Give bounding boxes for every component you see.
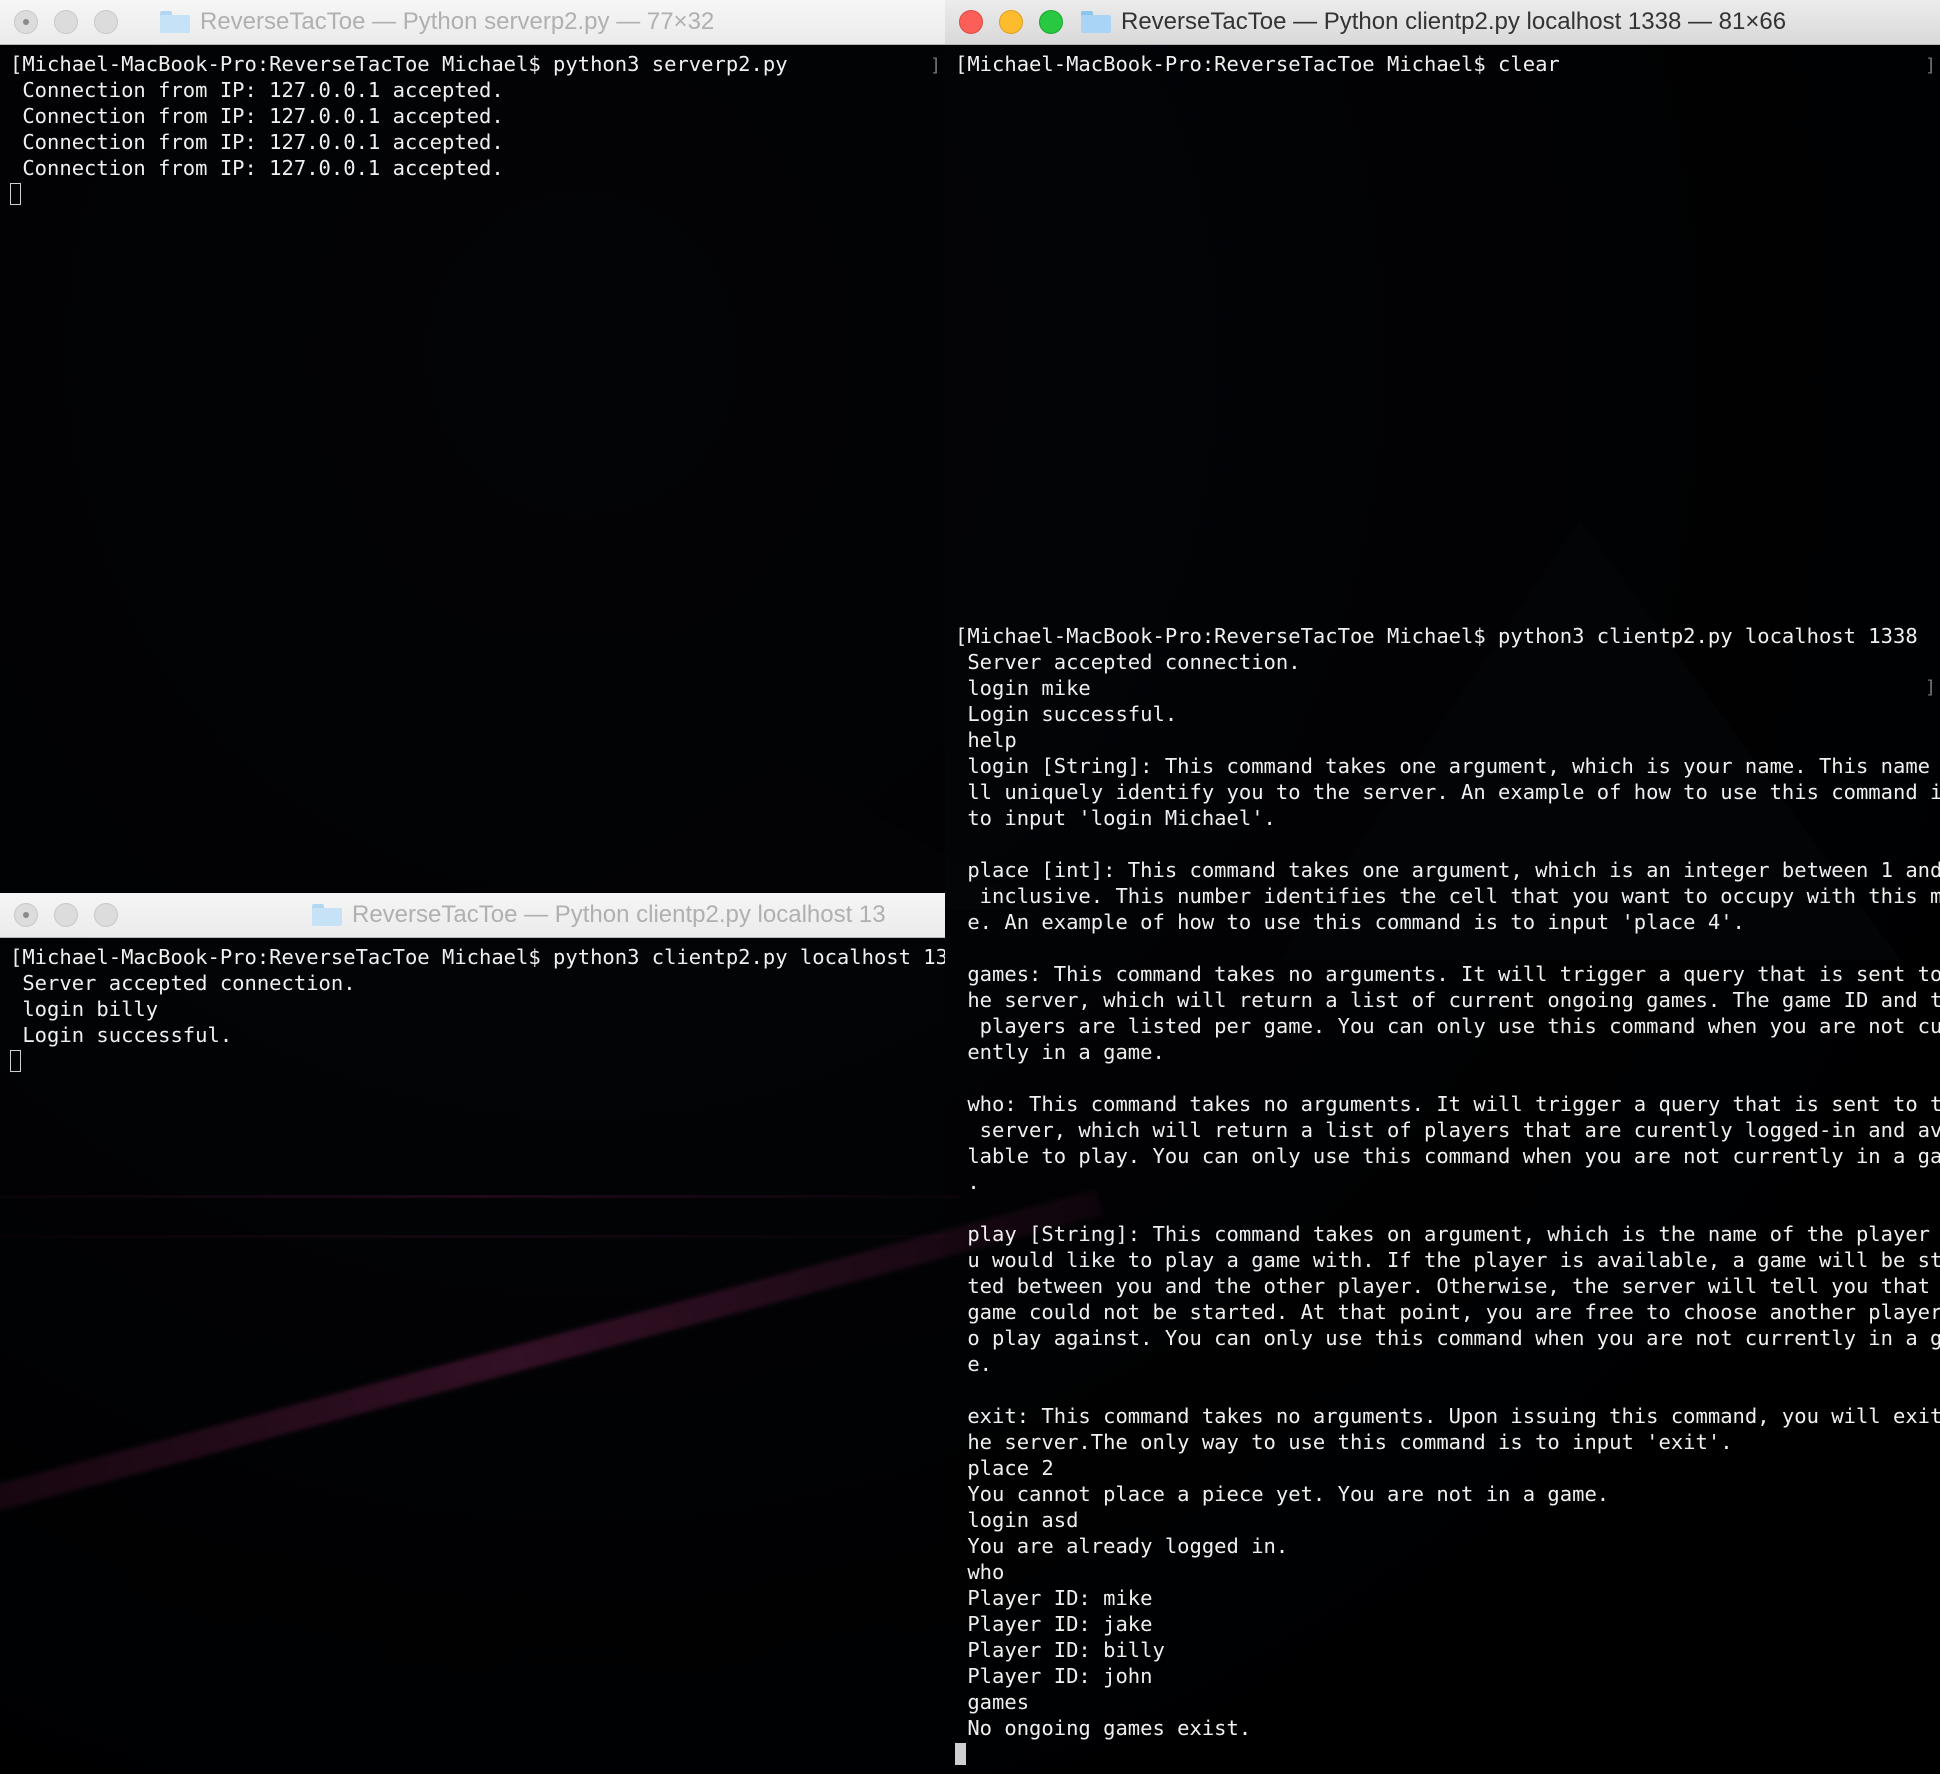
window-controls <box>14 903 118 927</box>
terminal-line: [Michael-MacBook-Pro:ReverseTacToe Micha… <box>955 52 1560 76</box>
window-title: ReverseTacToe — Python clientp2.py local… <box>1121 8 1787 35</box>
scroll-marker: ] <box>930 55 941 76</box>
scroll-marker: ] <box>1925 677 1936 698</box>
server-terminal-window[interactable]: ReverseTacToe — Python serverp2.py — 77×… <box>0 0 945 893</box>
terminal-line: he server, which will return a list of c… <box>955 988 1940 1012</box>
terminal-line: exit: This command takes no arguments. U… <box>955 1404 1940 1428</box>
terminal-line: place 2 <box>955 1456 1054 1480</box>
zoom-button[interactable] <box>94 903 118 927</box>
terminal-line: e. An example of how to use this command… <box>955 910 1745 934</box>
terminal-line: e. <box>955 1352 993 1376</box>
cleared-space <box>955 77 1930 623</box>
terminal-line: ll uniquely identify you to the server. … <box>955 780 1940 804</box>
terminal-line: games <box>955 1690 1030 1714</box>
text-cursor <box>10 183 21 205</box>
terminal-line: You are already logged in. <box>955 1534 1289 1558</box>
terminal-line: who <box>955 1560 1005 1584</box>
window-title: ReverseTacToe — Python serverp2.py — 77×… <box>200 8 715 35</box>
terminal-line: [Michael-MacBook-Pro:ReverseTacToe Micha… <box>955 624 1918 648</box>
terminal-line: ted between you and the other player. Ot… <box>955 1274 1940 1298</box>
terminal-line: to input 'login Michael'. <box>955 806 1276 830</box>
client-mike-terminal-window[interactable]: ReverseTacToe — Python clientp2.py local… <box>945 0 1940 1774</box>
terminal-line: . <box>955 1170 980 1194</box>
terminal-line: Player ID: jake <box>955 1612 1153 1636</box>
terminal-line: Login successful. <box>955 702 1178 726</box>
terminal-line: [Michael-MacBook-Pro:ReverseTacToe Micha… <box>10 52 788 76</box>
terminal-line: login asd <box>955 1508 1079 1532</box>
close-button[interactable] <box>14 903 38 927</box>
terminal-line: Login successful. <box>10 1023 233 1047</box>
window-title: ReverseTacToe — Python clientp2.py local… <box>352 901 886 928</box>
terminal-line: game could not be started. At that point… <box>955 1300 1940 1324</box>
text-cursor <box>10 1050 21 1072</box>
terminal-line: Player ID: john <box>955 1664 1153 1688</box>
terminal-line: Connection from IP: 127.0.0.1 accepted. <box>10 78 504 102</box>
terminal-line: lable to play. You can only use this com… <box>955 1144 1940 1168</box>
zoom-button[interactable] <box>1039 10 1063 34</box>
terminal-line: No ongoing games exist. <box>955 1716 1252 1740</box>
titlebar[interactable]: ReverseTacToe — Python serverp2.py — 77×… <box>0 0 945 45</box>
terminal-output[interactable]: [Michael-MacBook-Pro:ReverseTacToe Micha… <box>0 45 945 893</box>
minimize-button[interactable] <box>54 903 78 927</box>
titlebar[interactable]: ReverseTacToe — Python clientp2.py local… <box>0 893 945 938</box>
terminal-line: login billy <box>10 997 159 1021</box>
terminal-line: login mike <box>955 676 1091 700</box>
terminal-line: You cannot place a piece yet. You are no… <box>955 1482 1610 1506</box>
terminal-line: help <box>955 728 1017 752</box>
terminal-line: he server.The only way to use this comma… <box>955 1430 1733 1454</box>
folder-icon <box>160 11 190 33</box>
terminal-line: u would like to play a game with. If the… <box>955 1248 1940 1272</box>
terminal-line: Server accepted connection. <box>955 650 1301 674</box>
scroll-marker: ] <box>1925 55 1936 76</box>
terminal-line: Connection from IP: 127.0.0.1 accepted. <box>10 104 504 128</box>
window-controls <box>14 10 118 34</box>
terminal-line: Server accepted connection. <box>10 971 356 995</box>
minimize-button[interactable] <box>54 10 78 34</box>
terminal-line: Connection from IP: 127.0.0.1 accepted. <box>10 156 504 180</box>
terminal-line: [Michael-MacBook-Pro:ReverseTacToe Micha… <box>10 945 945 969</box>
minimize-button[interactable] <box>999 10 1023 34</box>
terminal-line: inclusive. This number identifies the ce… <box>955 884 1940 908</box>
client-billy-terminal-window[interactable]: ReverseTacToe — Python clientp2.py local… <box>0 893 945 1774</box>
terminal-line: play [String]: This command takes on arg… <box>955 1222 1940 1246</box>
terminal-line: Player ID: mike <box>955 1586 1153 1610</box>
zoom-button[interactable] <box>94 10 118 34</box>
close-button[interactable] <box>959 10 983 34</box>
close-button[interactable] <box>14 10 38 34</box>
terminal-output[interactable]: [Michael-MacBook-Pro:ReverseTacToe Micha… <box>0 938 945 1774</box>
terminal-output[interactable]: [Michael-MacBook-Pro:ReverseTacToe Micha… <box>945 45 1940 1774</box>
terminal-line: place [int]: This command takes one argu… <box>955 858 1940 882</box>
terminal-line: login [String]: This command takes one a… <box>955 754 1940 778</box>
folder-icon <box>312 904 342 926</box>
terminal-line: o play against. You can only use this co… <box>955 1326 1940 1350</box>
terminal-line: players are listed per game. You can onl… <box>955 1014 1940 1038</box>
window-controls <box>959 10 1063 34</box>
folder-icon <box>1081 11 1111 33</box>
terminal-line: games: This command takes no arguments. … <box>955 962 1940 986</box>
terminal-line: ently in a game. <box>955 1040 1165 1064</box>
terminal-line: Connection from IP: 127.0.0.1 accepted. <box>10 130 504 154</box>
titlebar[interactable]: ReverseTacToe — Python clientp2.py local… <box>945 0 1940 45</box>
terminal-line: who: This command takes no arguments. It… <box>955 1092 1940 1116</box>
terminal-line: server, which will return a list of play… <box>955 1118 1940 1142</box>
terminal-line: Player ID: billy <box>955 1638 1165 1662</box>
text-cursor <box>955 1743 966 1765</box>
